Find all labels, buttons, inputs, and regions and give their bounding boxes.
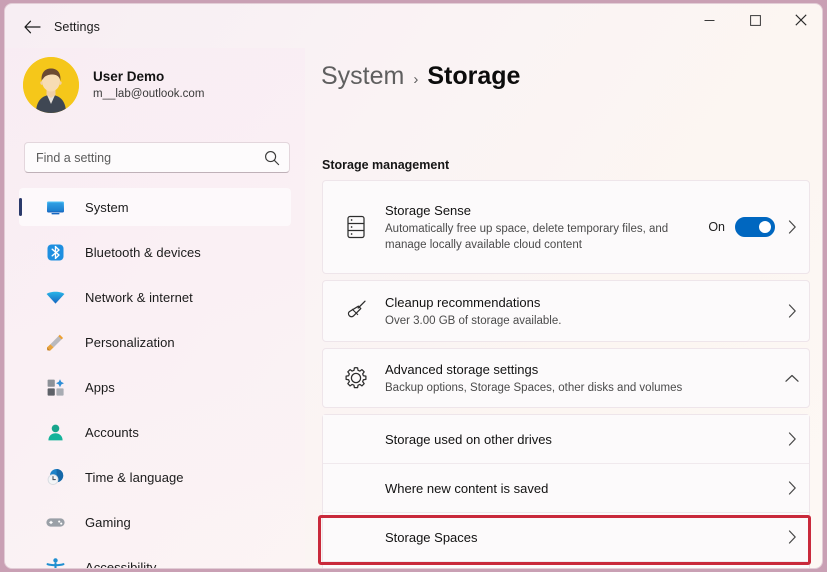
sidebar-item-label: Accounts: [85, 425, 139, 440]
chevron-right-icon[interactable]: [775, 481, 809, 495]
apps-icon: [45, 377, 66, 398]
avatar: [23, 57, 79, 113]
storage-sense-card[interactable]: Storage Sense Automatically free up spac…: [322, 180, 810, 274]
card-subtitle: Automatically free up space, delete temp…: [385, 221, 677, 253]
wifi-icon: [45, 287, 66, 308]
gear-icon: [341, 365, 371, 391]
advanced-storage-settings-card[interactable]: Advanced storage settings Backup options…: [322, 348, 810, 408]
storage-sense-toggle-group[interactable]: On: [708, 217, 775, 237]
drive-icon: [341, 214, 371, 240]
search-box[interactable]: [24, 142, 290, 173]
cleanup-recommendations-card[interactable]: Cleanup recommendations Over 3.00 GB of …: [322, 280, 810, 342]
storage-sense-text: Storage Sense Automatically free up spac…: [385, 202, 708, 253]
breadcrumb-parent[interactable]: System: [321, 62, 404, 91]
sidebar-nav: System Bluetooth & devices: [5, 188, 305, 569]
account-block[interactable]: User Demo m__lab@outlook.com: [19, 52, 294, 118]
search-icon: [264, 150, 280, 166]
card-title: Advanced storage settings: [385, 361, 775, 379]
accessibility-icon: [45, 557, 66, 570]
title-bar: Settings: [5, 4, 823, 48]
main-content: System › Storage Storage management: [305, 48, 823, 569]
sidebar-item-accounts[interactable]: Accounts: [19, 413, 291, 451]
gamepad-icon: [45, 512, 66, 533]
storage-sense-row[interactable]: Storage Sense Automatically free up spac…: [323, 181, 809, 273]
toggle-knob: [759, 221, 771, 233]
sidebar-item-bluetooth-devices[interactable]: Bluetooth & devices: [19, 233, 291, 271]
sublist-item-disks-volumes[interactable]: Disks & volumes: [323, 562, 809, 569]
sidebar-item-apps[interactable]: Apps: [19, 368, 291, 406]
card-title: Storage Sense: [385, 202, 708, 220]
advanced-storage-settings-row[interactable]: Advanced storage settings Backup options…: [323, 349, 809, 407]
breadcrumb-separator-icon: ›: [413, 71, 418, 88]
sidebar-item-label: System: [85, 200, 129, 215]
section-label: Storage management: [322, 158, 449, 172]
chevron-right-icon[interactable]: [775, 530, 809, 544]
chevron-up-icon[interactable]: [775, 374, 809, 383]
broom-icon: [341, 298, 371, 324]
maximize-button[interactable]: [732, 4, 778, 36]
sublist-item-label: Storage Spaces: [385, 530, 775, 545]
close-button[interactable]: [778, 4, 823, 36]
back-arrow-icon: [24, 20, 41, 34]
page-title: Storage: [427, 62, 520, 91]
sublist-item-where-new-content-is-saved[interactable]: Where new content is saved: [323, 464, 809, 513]
card-title: Cleanup recommendations: [385, 294, 775, 312]
card-subtitle: Backup options, Storage Spaces, other di…: [385, 380, 775, 396]
sidebar-item-personalization[interactable]: Personalization: [19, 323, 291, 361]
cleanup-recommendations-row[interactable]: Cleanup recommendations Over 3.00 GB of …: [323, 281, 809, 341]
person-icon: [45, 422, 66, 443]
sidebar-item-label: Apps: [85, 380, 115, 395]
cleanup-text: Cleanup recommendations Over 3.00 GB of …: [385, 294, 775, 329]
close-icon: [795, 14, 807, 26]
maximize-icon: [750, 15, 761, 26]
sidebar-item-label: Bluetooth & devices: [85, 245, 201, 260]
chevron-right-icon[interactable]: [775, 432, 809, 446]
user-avatar-icon: [23, 57, 79, 113]
breadcrumb: System › Storage: [321, 62, 520, 91]
advanced-storage-sublist: Storage used on other drives Where new c…: [322, 414, 810, 569]
sublist-item-label: Where new content is saved: [385, 481, 775, 496]
monitor-icon: [45, 197, 66, 218]
account-email: m__lab@outlook.com: [93, 86, 204, 102]
chevron-right-icon[interactable]: [775, 220, 809, 234]
minimize-button[interactable]: [686, 4, 732, 36]
sublist-item-storage-spaces[interactable]: Storage Spaces: [323, 513, 809, 562]
sidebar-item-label: Gaming: [85, 515, 131, 530]
settings-window: Settings: [4, 3, 823, 569]
sidebar-item-accessibility[interactable]: Accessibility: [19, 548, 291, 569]
account-text: User Demo m__lab@outlook.com: [93, 68, 204, 102]
sidebar-item-label: Personalization: [85, 335, 175, 350]
bluetooth-icon: [45, 242, 66, 263]
sidebar: User Demo m__lab@outlook.com: [5, 48, 305, 569]
paintbrush-icon: [45, 332, 66, 353]
chevron-right-icon[interactable]: [775, 304, 809, 318]
back-button[interactable]: [17, 14, 47, 40]
app-title: Settings: [54, 20, 100, 34]
advanced-storage-text: Advanced storage settings Backup options…: [385, 361, 775, 396]
sidebar-item-label: Accessibility: [85, 560, 156, 570]
toggle-state-label: On: [708, 220, 725, 234]
sidebar-item-time-language[interactable]: Time & language: [19, 458, 291, 496]
account-name: User Demo: [93, 68, 204, 85]
sidebar-item-label: Time & language: [85, 470, 184, 485]
sidebar-item-network-internet[interactable]: Network & internet: [19, 278, 291, 316]
clock-icon: [45, 467, 66, 488]
storage-sense-toggle[interactable]: [735, 217, 775, 237]
sublist-item-storage-used-on-other-drives[interactable]: Storage used on other drives: [323, 415, 809, 464]
search-input[interactable]: [36, 151, 248, 165]
minimize-icon: [704, 15, 715, 26]
sublist-item-label: Storage used on other drives: [385, 432, 775, 447]
sidebar-item-system[interactable]: System: [19, 188, 291, 226]
card-subtitle: Over 3.00 GB of storage available.: [385, 313, 775, 329]
sidebar-item-label: Network & internet: [85, 290, 193, 305]
sidebar-item-gaming[interactable]: Gaming: [19, 503, 291, 541]
